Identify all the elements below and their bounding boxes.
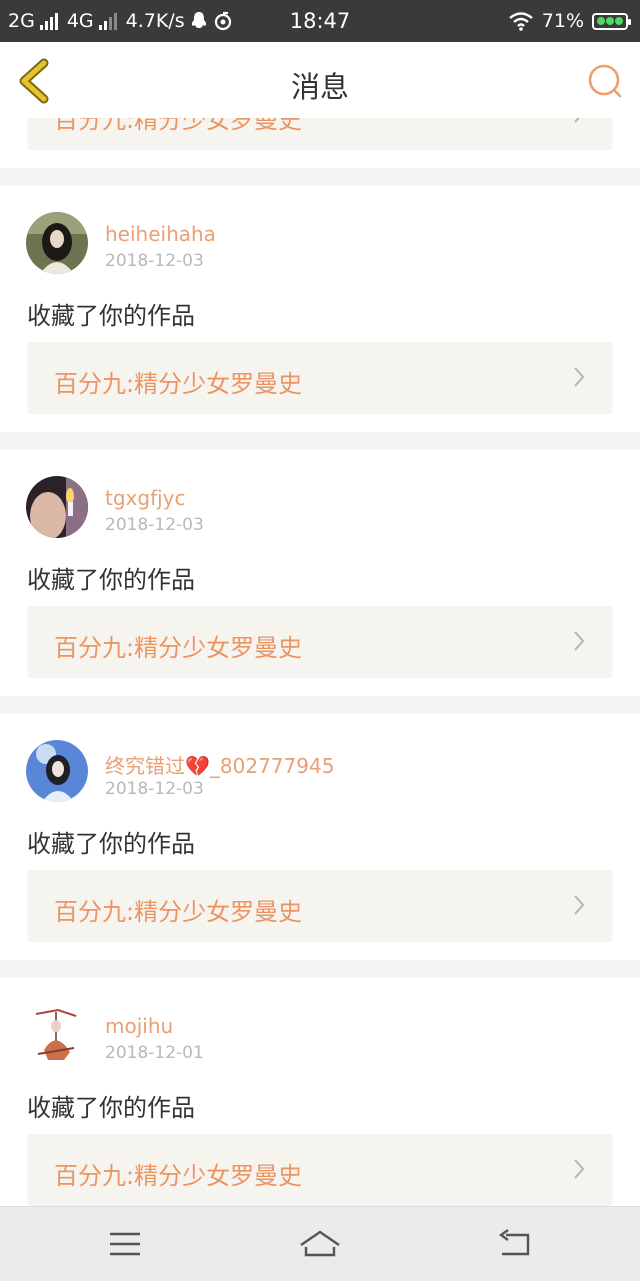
message-card: 百分九:精分少女罗曼史: [0, 118, 640, 168]
message-text: 收藏了你的作品: [27, 302, 195, 330]
message-text: 收藏了你的作品: [27, 830, 195, 858]
chevron-right-icon: [574, 367, 585, 387]
work-title: 百分九:精分少女罗曼史: [54, 1162, 303, 1190]
username[interactable]: mojihu: [105, 1014, 173, 1038]
work-link[interactable]: 百分九:精分少女罗曼史: [27, 342, 613, 414]
avatar[interactable]: [26, 1004, 88, 1066]
chevron-right-icon: [574, 1159, 585, 1179]
work-link[interactable]: 百分九:精分少女罗曼史: [27, 606, 613, 678]
message-list[interactable]: 百分九:精分少女罗曼史 heiheihaha 2018-12-03 收藏了你的作…: [0, 118, 640, 1206]
message-date: 2018-12-03: [105, 515, 204, 535]
home-icon[interactable]: [298, 1227, 342, 1261]
work-title: 百分九:精分少女罗曼史: [54, 634, 303, 662]
message-date: 2018-12-03: [105, 779, 204, 799]
back-nav-icon[interactable]: [496, 1227, 536, 1261]
search-icon[interactable]: [586, 62, 624, 100]
message-card: tgxgfjyc 2018-12-03 收藏了你的作品 百分九:精分少女罗曼史: [0, 450, 640, 696]
wifi-icon: [509, 12, 533, 31]
message-card: 终究错过💔_802777945 2018-12-03 收藏了你的作品 百分九:精…: [0, 714, 640, 960]
menu-icon[interactable]: [105, 1227, 145, 1261]
message-card: mojihu 2018-12-01 收藏了你的作品 百分九:精分少女罗曼史: [0, 978, 640, 1206]
chevron-right-icon: [574, 118, 580, 123]
work-title: 百分九:精分少女罗曼史: [54, 370, 303, 398]
work-link[interactable]: 百分九:精分少女罗曼史: [27, 118, 613, 150]
work-link[interactable]: 百分九:精分少女罗曼史: [27, 870, 613, 942]
device-status: 71%: [508, 10, 631, 32]
message-text: 收藏了你的作品: [27, 566, 195, 594]
message-card: heiheihaha 2018-12-03 收藏了你的作品 百分九:精分少女罗曼…: [0, 186, 640, 432]
work-title: 百分九:精分少女罗曼史: [54, 118, 303, 134]
top-bar: 消息: [0, 42, 640, 119]
message-text: 收藏了你的作品: [27, 1094, 195, 1122]
battery-percent: 71%: [541, 10, 584, 32]
username[interactable]: heiheihaha: [105, 222, 216, 246]
page-title: 消息: [290, 70, 349, 104]
avatar[interactable]: [26, 740, 88, 802]
message-date: 2018-12-01: [105, 1043, 204, 1063]
battery-icon: [592, 12, 631, 30]
avatar[interactable]: [26, 212, 88, 274]
username[interactable]: tgxgfjyc: [105, 486, 186, 510]
system-nav-bar: [0, 1206, 640, 1281]
work-title: 百分九:精分少女罗曼史: [54, 898, 303, 926]
username[interactable]: 终究错过💔_802777945: [105, 750, 334, 779]
avatar[interactable]: [26, 476, 88, 538]
message-date: 2018-12-03: [105, 251, 204, 271]
status-bar: 2G 4G 4.7K/s 18:47 71%: [0, 0, 640, 42]
chevron-right-icon: [574, 631, 585, 651]
chevron-right-icon: [574, 895, 585, 915]
work-link[interactable]: 百分九:精分少女罗曼史: [27, 1134, 613, 1206]
